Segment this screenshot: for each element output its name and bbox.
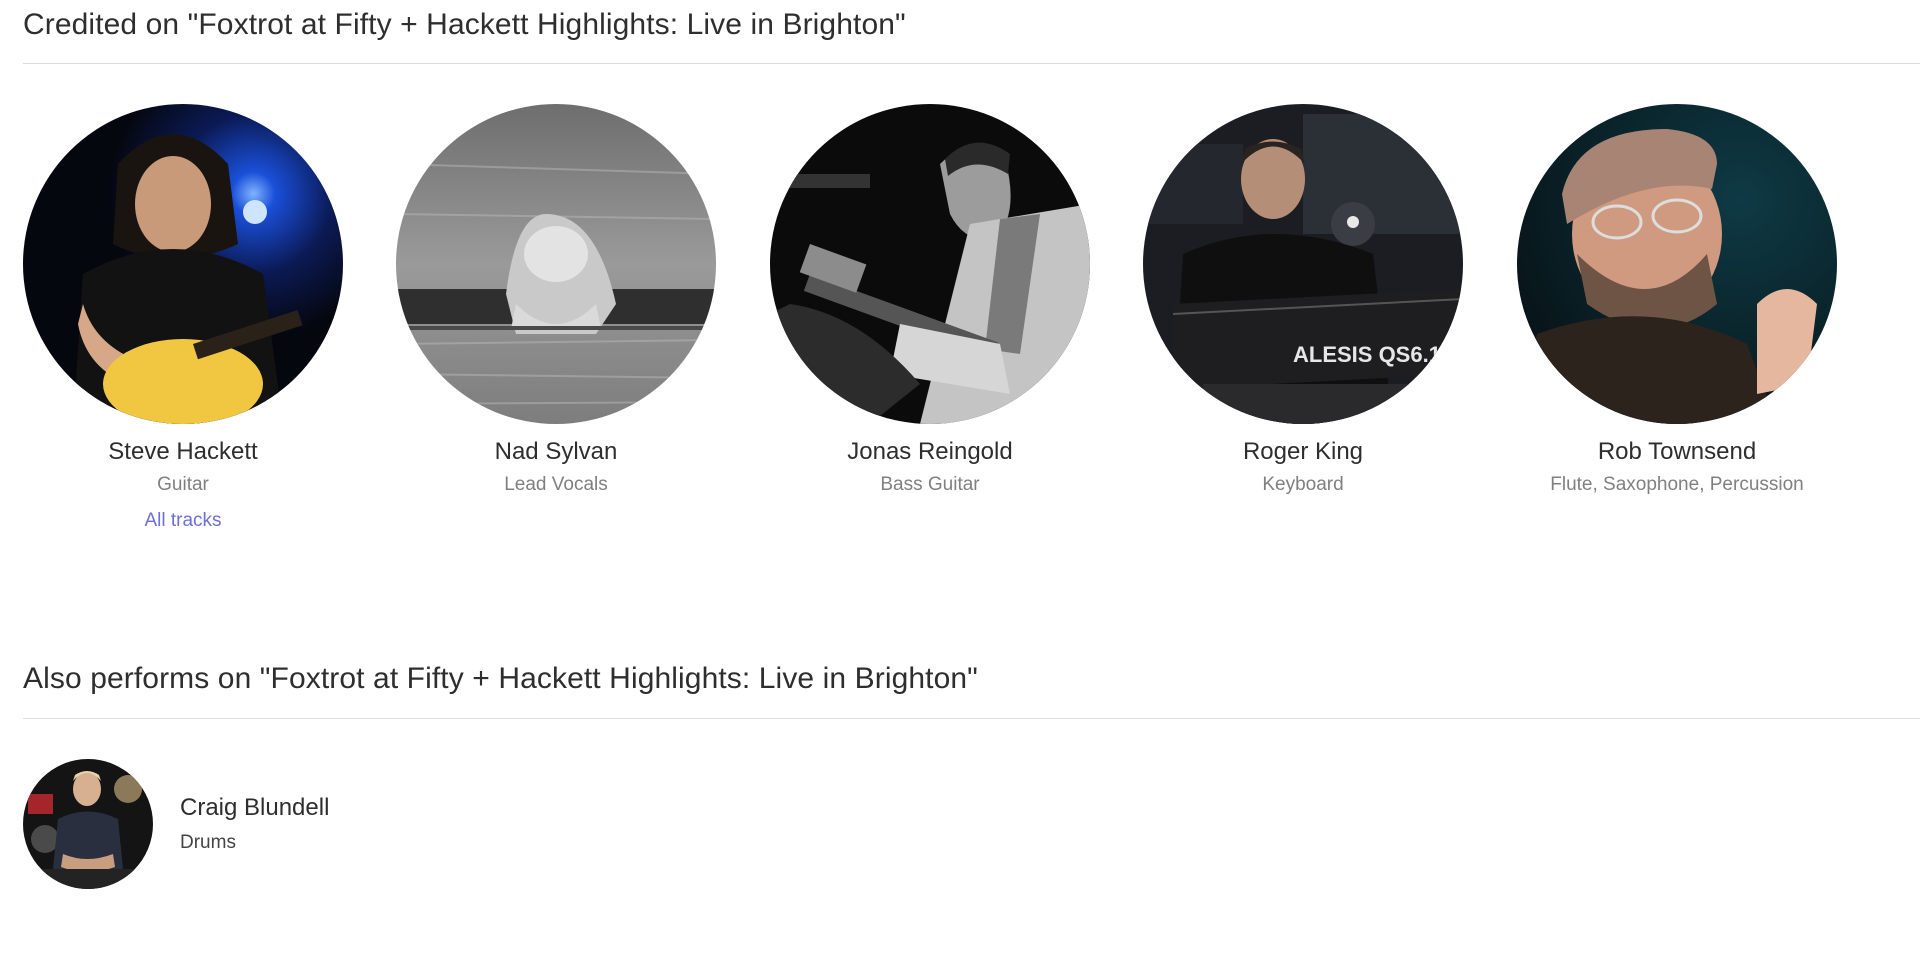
performer-role: Drums xyxy=(180,832,236,853)
also-performs-section-title: Also performs on "Foxtrot at Fifty + Hac… xyxy=(23,662,978,695)
credited-artists-list: Steve Hackett Guitar All tracks Nad Sylv… xyxy=(23,104,1893,544)
performer-item-craig-blundell: Craig Blundell Drums xyxy=(23,758,329,890)
artist-role: Keyboard xyxy=(1262,474,1344,495)
artist-photo-steve-hackett[interactable] xyxy=(23,104,343,424)
section-divider xyxy=(23,718,1920,719)
drummer-photo xyxy=(23,759,153,889)
artist-card-steve-hackett: Steve Hackett Guitar All tracks xyxy=(23,104,343,532)
performer-name[interactable]: Craig Blundell xyxy=(180,794,329,822)
artist-card-jonas-reingold: Jonas Reingold Bass Guitar xyxy=(770,104,1090,496)
all-tracks-link[interactable]: All tracks xyxy=(144,510,221,532)
singer-in-water-photo xyxy=(396,104,716,424)
keyboardist-photo: ALESIS QS6.1 xyxy=(1143,104,1463,424)
artist-photo-jonas-reingold[interactable] xyxy=(770,104,1090,424)
artist-photo-roger-king[interactable]: ALESIS QS6.1 xyxy=(1143,104,1463,424)
credited-section-title: Credited on "Foxtrot at Fifty + Hackett … xyxy=(23,8,906,41)
artist-card-roger-king: ALESIS QS6.1 Roger King Keyboard xyxy=(1143,104,1463,496)
artist-name[interactable]: Nad Sylvan xyxy=(495,438,618,466)
saxophonist-photo xyxy=(1517,104,1837,424)
section-divider xyxy=(23,63,1920,64)
guitarist-photo xyxy=(23,104,343,424)
artist-role: Flute, Saxophone, Percussion xyxy=(1550,474,1804,495)
artist-card-rob-townsend: Rob Townsend Flute, Saxophone, Percussio… xyxy=(1517,104,1837,496)
artist-role: Guitar xyxy=(157,474,209,495)
artist-name[interactable]: Jonas Reingold xyxy=(847,438,1012,466)
keyboard-brand-text: ALESIS QS6.1 xyxy=(1293,342,1441,367)
bassist-photo xyxy=(770,104,1090,424)
artist-name[interactable]: Rob Townsend xyxy=(1598,438,1756,466)
artist-role: Bass Guitar xyxy=(880,474,980,495)
artist-photo-nad-sylvan[interactable] xyxy=(396,104,716,424)
performer-photo-craig-blundell[interactable] xyxy=(23,759,153,889)
artist-name[interactable]: Roger King xyxy=(1243,438,1363,466)
artist-photo-rob-townsend[interactable] xyxy=(1517,104,1837,424)
artist-card-nad-sylvan: Nad Sylvan Lead Vocals xyxy=(396,104,716,496)
artist-name[interactable]: Steve Hackett xyxy=(108,438,257,466)
artist-role: Lead Vocals xyxy=(504,474,608,495)
